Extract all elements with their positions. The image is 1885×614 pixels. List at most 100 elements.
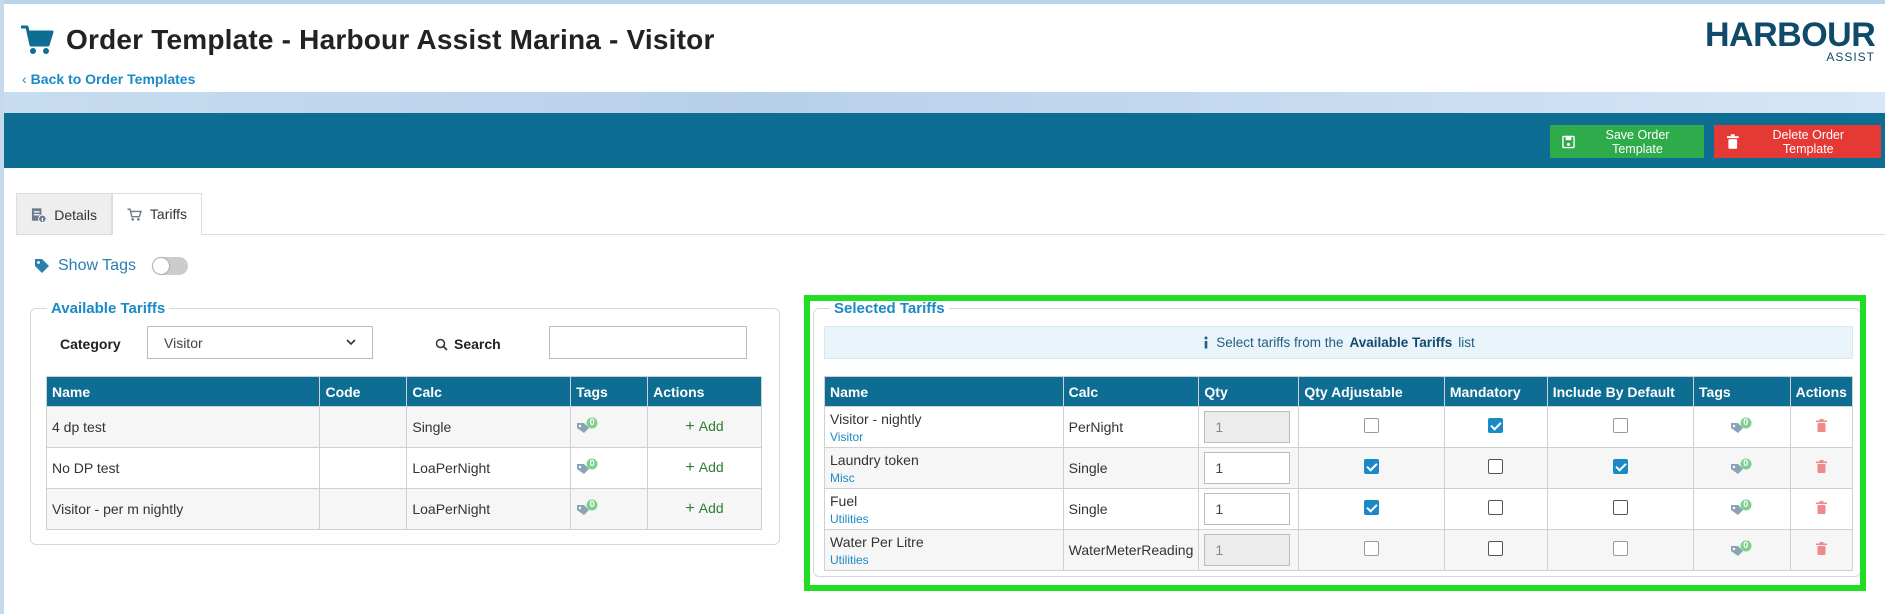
include-by-default-checkbox[interactable] bbox=[1612, 459, 1628, 474]
include-by-default-cell bbox=[1546, 447, 1695, 489]
tariff-tags: 0 bbox=[1693, 447, 1791, 489]
page-title: Order Template - Harbour Assist Marina -… bbox=[66, 24, 715, 55]
tariff-name: Visitor - nightly bbox=[830, 410, 922, 427]
include-by-default-cell bbox=[1546, 406, 1695, 448]
header-gradient-band bbox=[4, 92, 1885, 113]
add-label: Add bbox=[698, 418, 724, 434]
delete-button-label: Delete Order Template bbox=[1772, 127, 1845, 156]
floppy-disk-icon bbox=[1562, 135, 1575, 148]
tariff-qty-cell: 1 bbox=[1198, 406, 1300, 448]
column-header-name: Name bbox=[45, 376, 321, 407]
toggle-knob bbox=[152, 258, 169, 274]
tag-count-icon: 0 bbox=[1730, 417, 1754, 435]
tariff-actions: + Add bbox=[647, 406, 762, 448]
tariff-calc: WaterMeterReading bbox=[1062, 529, 1200, 571]
tariff-name-cell: Fuel Utilities bbox=[824, 488, 1064, 530]
include-by-default-checkbox[interactable] bbox=[1612, 500, 1628, 515]
include-by-default-checkbox[interactable] bbox=[1612, 541, 1628, 556]
tag-count-icon: 0 bbox=[576, 499, 600, 517]
column-header-actions: Actions bbox=[647, 376, 762, 407]
save-button-label: Save Order Template bbox=[1605, 127, 1670, 156]
tariff-category-link[interactable]: Misc bbox=[830, 471, 1058, 485]
save-order-template-button[interactable]: Save Order Template bbox=[1550, 125, 1704, 158]
back-link-label: Back to Order Templates bbox=[30, 71, 196, 87]
tariff-category-link[interactable]: Utilities bbox=[830, 553, 1058, 567]
delete-order-template-button[interactable]: Delete Order Template bbox=[1714, 125, 1881, 158]
tag-count-icon: 0 bbox=[1730, 540, 1754, 558]
tariff-calc: Single bbox=[1062, 488, 1200, 530]
include-by-default-cell bbox=[1546, 529, 1695, 571]
qty-input[interactable]: 1 bbox=[1204, 452, 1291, 484]
category-select[interactable]: Visitor bbox=[147, 326, 373, 359]
qty-input[interactable]: 1 bbox=[1204, 493, 1291, 525]
table-header-row: Name Calc Qty Qty Adjustable Mandatory I… bbox=[824, 376, 1854, 407]
tariff-tags: 0 bbox=[570, 447, 649, 489]
action-toolbar: Save Order Template Delete Order Templat… bbox=[4, 113, 1885, 168]
tariff-calc: Single bbox=[406, 406, 572, 448]
tariff-name: No DP test bbox=[45, 447, 321, 489]
show-tags-control: Show Tags bbox=[34, 257, 188, 275]
tariff-tags: 0 bbox=[1693, 488, 1791, 530]
category-select-value: Visitor bbox=[164, 334, 203, 351]
tariff-qty-cell: 1 bbox=[1198, 529, 1300, 571]
back-to-order-templates-link[interactable]: ‹ Back to Order Templates bbox=[22, 71, 195, 87]
add-tariff-button[interactable]: + Add bbox=[685, 500, 724, 517]
tab-details-label: Details bbox=[54, 206, 97, 223]
trash-icon[interactable] bbox=[1815, 501, 1827, 514]
tariff-actions: + Add bbox=[647, 488, 762, 530]
tariff-qty-cell: 1 bbox=[1198, 488, 1300, 530]
qty-adjustable-checkbox[interactable] bbox=[1364, 541, 1380, 556]
add-label: Add bbox=[698, 459, 724, 475]
tariff-name-cell: Visitor - nightly Visitor bbox=[824, 406, 1064, 448]
tag-count-icon: 0 bbox=[576, 458, 600, 476]
tariff-category-link[interactable]: Utilities bbox=[830, 512, 1058, 526]
tag-count: 0 bbox=[589, 498, 595, 509]
trash-icon[interactable] bbox=[1815, 419, 1827, 432]
tariff-calc: Single bbox=[1062, 447, 1200, 489]
mandatory-checkbox[interactable] bbox=[1488, 500, 1504, 515]
tariff-code bbox=[319, 488, 408, 530]
plus-icon: + bbox=[685, 418, 695, 435]
column-header-calc: Calc bbox=[406, 376, 572, 407]
tariff-code bbox=[319, 447, 408, 489]
plus-icon: + bbox=[685, 459, 695, 476]
category-label: Category bbox=[60, 336, 121, 352]
include-by-default-checkbox[interactable] bbox=[1612, 418, 1628, 433]
trash-icon[interactable] bbox=[1815, 460, 1827, 473]
info-text-prefix: Select tariffs from the bbox=[1216, 335, 1344, 350]
table-row: No DP test LoaPerNight 0 + Add bbox=[45, 447, 762, 489]
tariff-category-link[interactable]: Visitor bbox=[830, 430, 1058, 444]
qty-adjustable-cell bbox=[1298, 406, 1445, 448]
mandatory-checkbox[interactable] bbox=[1488, 541, 1504, 556]
search-label-group: Search bbox=[435, 336, 501, 352]
column-header-code: Code bbox=[319, 376, 408, 407]
qty-adjustable-cell bbox=[1298, 529, 1445, 571]
qty-adjustable-cell bbox=[1298, 447, 1445, 489]
qty-adjustable-checkbox[interactable] bbox=[1364, 418, 1380, 433]
show-tags-toggle[interactable] bbox=[151, 257, 188, 275]
table-row: Visitor - nightly Visitor PerNight 1 0 bbox=[824, 406, 1854, 448]
tag-count-icon: 0 bbox=[1730, 458, 1754, 476]
tabs-bar: Details Tariffs bbox=[4, 168, 1885, 236]
tag-count-icon: 0 bbox=[576, 417, 600, 435]
mandatory-checkbox[interactable] bbox=[1488, 418, 1504, 433]
column-header-mandatory: Mandatory bbox=[1443, 376, 1548, 407]
add-label: Add bbox=[698, 500, 724, 516]
harbour-assist-logo: HARBOUR ASSIST bbox=[1705, 16, 1876, 72]
add-tariff-button[interactable]: + Add bbox=[685, 418, 724, 435]
add-tariff-button[interactable]: + Add bbox=[685, 459, 724, 476]
qty-adjustable-checkbox[interactable] bbox=[1364, 459, 1380, 474]
trash-icon[interactable] bbox=[1815, 542, 1827, 555]
qty-adjustable-checkbox[interactable] bbox=[1364, 500, 1380, 515]
tariff-tags: 0 bbox=[570, 488, 649, 530]
search-label: Search bbox=[454, 336, 501, 352]
tab-details[interactable]: Details bbox=[16, 193, 112, 235]
selected-tariffs-info-bar: Select tariffs from the Available Tariff… bbox=[824, 326, 1853, 359]
mandatory-checkbox[interactable] bbox=[1488, 459, 1504, 474]
tab-tariffs[interactable]: Tariffs bbox=[112, 193, 202, 235]
tariff-name-cell: Laundry token Misc bbox=[824, 447, 1064, 489]
tag-icon bbox=[35, 259, 49, 273]
search-input[interactable] bbox=[549, 326, 747, 359]
tabs-divider bbox=[16, 234, 1885, 235]
tariff-name: Visitor - per m nightly bbox=[45, 488, 321, 530]
